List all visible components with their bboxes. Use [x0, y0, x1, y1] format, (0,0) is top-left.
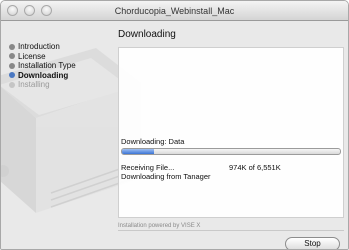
step-introduction: Introduction	[9, 42, 76, 52]
title-bar[interactable]: Chorducopia_Webinstall_Mac	[1, 1, 348, 21]
step-downloading: Downloading	[9, 71, 76, 81]
step-bullet-icon	[9, 81, 15, 88]
window-title: Chorducopia_Webinstall_Mac	[114, 6, 235, 16]
step-label: Installing	[18, 80, 50, 89]
footer-divider	[118, 230, 344, 231]
step-bullet-icon	[9, 62, 15, 69]
step-label: License	[18, 51, 46, 61]
step-license: License	[9, 52, 76, 62]
step-bullet-icon	[9, 53, 15, 60]
stop-button[interactable]: Stop	[285, 237, 340, 249]
step-label: Installation Type	[18, 61, 76, 70]
step-bullet-icon	[9, 43, 15, 50]
section-title: Downloading	[118, 29, 176, 40]
download-source: Downloading from Tanager	[121, 172, 211, 181]
installer-window: Chorducopia_Webinstall_Mac Introduction …	[0, 0, 349, 250]
step-bullet-icon	[9, 72, 15, 79]
step-installing: Installing	[9, 80, 76, 90]
bytes-received: 974K of 6,551K	[229, 163, 281, 172]
installer-content: Introduction License Installation Type D…	[1, 21, 348, 249]
step-label: Downloading	[18, 70, 69, 80]
status-text: Receiving File...	[121, 163, 175, 172]
powered-by: Installation powered by VISE X	[118, 223, 201, 229]
download-label: Downloading: Data	[121, 137, 185, 146]
step-label: Introduction	[18, 42, 60, 51]
download-panel: Downloading: Data Receiving File... 974K…	[118, 47, 344, 218]
progress-fill	[122, 149, 155, 154]
installer-steps: Introduction License Installation Type D…	[9, 42, 76, 90]
step-installation-type: Installation Type	[9, 61, 76, 71]
download-progress-bar	[121, 148, 341, 155]
